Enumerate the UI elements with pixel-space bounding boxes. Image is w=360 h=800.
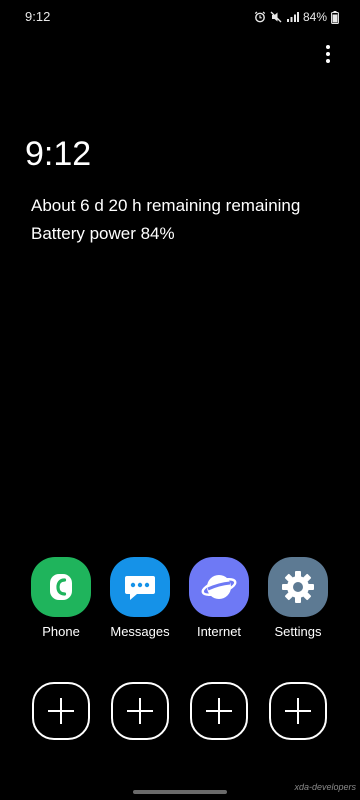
app-settings[interactable]: Settings — [258, 557, 338, 639]
status-time: 9:12 — [25, 9, 51, 24]
home-gesture-bar[interactable] — [133, 790, 227, 794]
app-label-messages: Messages — [110, 624, 170, 639]
app-label-internet: Internet — [196, 624, 242, 639]
settings-app-tile — [268, 557, 328, 617]
internet-app-tile — [189, 557, 249, 617]
more-options-button[interactable] — [318, 42, 338, 66]
app-internet[interactable]: Internet — [179, 557, 259, 639]
watermark: xda-developers — [294, 782, 356, 792]
add-app-button-2[interactable] — [111, 682, 169, 740]
battery-icon — [331, 10, 339, 24]
add-app-button-3[interactable] — [190, 682, 248, 740]
mute-icon — [270, 11, 282, 23]
app-label-settings: Settings — [274, 624, 322, 639]
messages-icon — [125, 576, 155, 600]
battery-power-text: Battery power 84% — [31, 224, 175, 243]
internet-icon — [201, 575, 237, 599]
alarm-icon — [254, 11, 266, 23]
status-icons: 84% — [254, 9, 339, 25]
battery-remaining-text: About 6 d 20 h remaining remaining — [31, 196, 301, 215]
app-label-phone: Phone — [42, 624, 80, 639]
add-app-button-1[interactable] — [32, 682, 90, 740]
signal-icon — [286, 12, 299, 22]
status-bar: 9:12 84% — [0, 0, 360, 34]
phone-app-tile — [31, 557, 91, 617]
battery-percent: 84% — [302, 10, 327, 24]
clock: 9:12 — [25, 135, 92, 173]
phone-icon — [50, 574, 72, 600]
more-vertical-icon — [326, 45, 330, 49]
settings-icon — [282, 571, 314, 603]
add-app-button-4[interactable] — [269, 682, 327, 740]
messages-app-tile — [110, 557, 170, 617]
app-messages[interactable]: Messages — [100, 557, 180, 639]
app-phone[interactable]: Phone — [21, 557, 101, 639]
